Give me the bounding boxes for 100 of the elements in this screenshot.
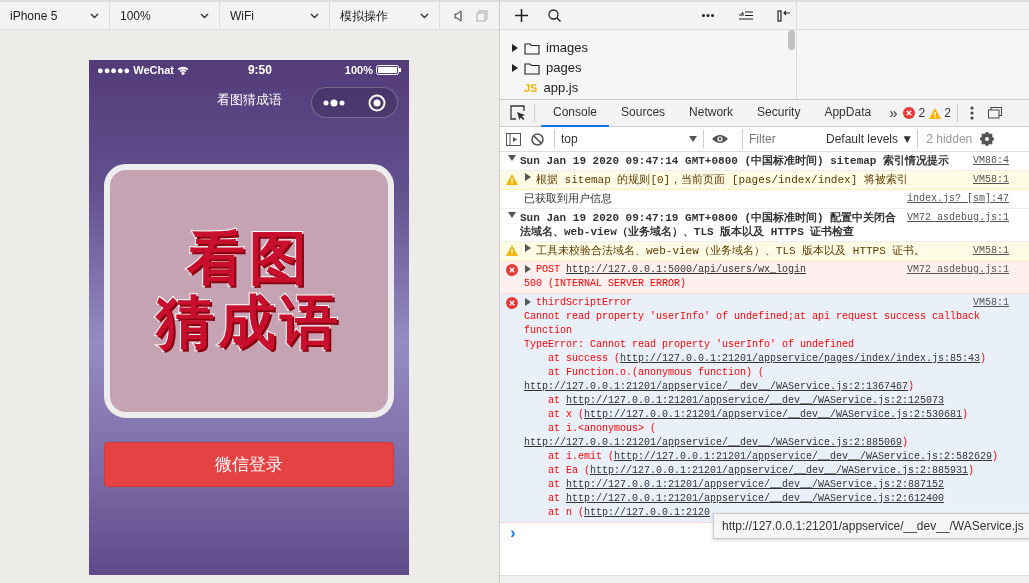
- source-link[interactable]: VM58:1: [973, 173, 1009, 187]
- battery-text: 100%: [344, 62, 373, 78]
- battery-icon: [376, 65, 401, 75]
- caret-icon[interactable]: [524, 244, 532, 252]
- error-status: 500 (INTERNAL SERVER ERROR): [524, 277, 687, 291]
- clear-icon[interactable]: [531, 132, 544, 146]
- console-prompt[interactable]: ›: [500, 525, 520, 543]
- chevron-icon: [310, 12, 319, 19]
- context-dropdown[interactable]: top: [554, 130, 704, 148]
- stack-text: at i.<anonymous> (: [548, 423, 657, 434]
- kebab-menu-icon[interactable]: [969, 106, 974, 120]
- speaker-icon[interactable]: [454, 9, 462, 22]
- error-icon: [506, 297, 518, 309]
- file-tree-item[interactable]: JS app.js: [500, 78, 796, 98]
- chevron-icon: [90, 12, 99, 19]
- stack-link[interactable]: http://127.0.0.1:21201/appservice/pages/index/index.js:85:43: [620, 352, 981, 366]
- source-link[interactable]: VM58:1: [973, 244, 1009, 258]
- stack-text: ): [908, 381, 915, 392]
- chevron-icon: [200, 12, 209, 19]
- stack-link[interactable]: http://127.0.0.1:2120: [584, 506, 711, 520]
- stack-link[interactable]: http://127.0.0.1:21201/appservice/__dev__/WAService.js:2:885931: [590, 464, 969, 478]
- warning-message: 根据 sitemap 的规则[0]，当前页面 [pages/index/index] 将被索引: [536, 173, 908, 187]
- caret-icon[interactable]: [524, 298, 532, 307]
- zoom-dropdown[interactable]: 100%: [110, 1, 220, 30]
- folder-icon: [524, 41, 540, 55]
- clock-text: 9:50: [247, 62, 272, 79]
- stack-text: ): [968, 465, 975, 476]
- source-link[interactable]: index.js? [sm]:47: [906, 192, 1009, 206]
- file-tree-item[interactable]: images: [500, 38, 796, 58]
- source-link[interactable]: VM72 asdebug.js:1: [906, 211, 1009, 239]
- js-file-icon: JS: [524, 79, 538, 97]
- devtools-tab[interactable]: AppData: [812, 99, 884, 127]
- warning-icon: [506, 174, 518, 185]
- levels-dropdown[interactable]: Default levels ▼: [822, 130, 919, 148]
- more-icon[interactable]: [702, 14, 714, 17]
- stack-text: ): [980, 353, 987, 364]
- group-header: Sun Jan 19 2020 09:47:14 GMT+0800 (中国标准时间) sitemap 索引情况提示: [520, 154, 950, 168]
- error-title: thirdScriptError: [536, 297, 632, 308]
- stack-text: at i.emit (: [548, 451, 614, 462]
- eye-icon[interactable]: [712, 134, 728, 144]
- network-dropdown[interactable]: WiFi: [220, 1, 330, 30]
- stack-link[interactable]: http://127.0.0.1:21201/appservice/__dev__/WAService.js:2:887152: [566, 478, 945, 492]
- stack-link[interactable]: http://127.0.0.1:21201/appservice/__dev__/WAService.js:2:530681: [584, 408, 963, 422]
- stack-text: at x (: [548, 409, 584, 420]
- stack-text: ): [992, 451, 999, 462]
- scrollbar-thumb[interactable]: [788, 30, 795, 50]
- log-message: 已获取到用户信息: [524, 192, 613, 206]
- error-message: TypeError: Cannot read property 'userInfo' of undefined: [524, 338, 856, 352]
- caret-icon[interactable]: [524, 265, 532, 274]
- file-tree-item[interactable]: pages: [500, 58, 796, 78]
- stack-text: at Function.o.(anonymous function) (: [548, 367, 765, 378]
- device-dropdown[interactable]: iPhone 5: [0, 1, 110, 30]
- stack-link[interactable]: http://127.0.0.1:21201/appservice/__dev__/WAService.js:2:1367467: [524, 380, 909, 394]
- settings-icon[interactable]: [980, 132, 995, 146]
- carrier-text: ●●●●● WeChat: [97, 62, 175, 78]
- dock-icon[interactable]: [987, 107, 1002, 119]
- request-method: POST: [536, 264, 561, 275]
- source-link[interactable]: VM72 asdebug.js:1: [906, 263, 1009, 291]
- stack-text: at n (: [548, 507, 584, 518]
- more-tabs-button[interactable]: »: [889, 101, 898, 125]
- stack-link[interactable]: http://127.0.0.1:21201/appservice/__dev__/WAService.js:2:612400: [566, 492, 945, 506]
- stack-text: at: [548, 493, 561, 504]
- panel-toggle-icon[interactable]: [777, 9, 791, 22]
- source-link[interactable]: VM58:1: [973, 296, 1009, 310]
- stack-text: ): [962, 409, 969, 420]
- caret-icon[interactable]: [508, 211, 516, 219]
- caret-icon[interactable]: [524, 173, 532, 181]
- search-icon[interactable]: [548, 9, 561, 22]
- error-icon: [903, 107, 916, 119]
- more-icon[interactable]: [323, 98, 346, 107]
- request-url[interactable]: http://127.0.0.1:5000/api/users/wx_login: [566, 263, 807, 277]
- stack-text: at Ea (: [548, 465, 590, 476]
- devtools-tab[interactable]: Network: [677, 99, 746, 127]
- error-icon: [506, 264, 518, 276]
- operation-dropdown[interactable]: 模拟操作: [330, 1, 440, 30]
- stack-link[interactable]: http://127.0.0.1:21201/appservice/__dev__/WAService.js:2:885069: [524, 436, 903, 450]
- devtools-tab[interactable]: Sources: [609, 99, 678, 127]
- stack-text: at: [548, 395, 561, 406]
- devtools-tab[interactable]: Security: [745, 99, 813, 127]
- add-icon[interactable]: [515, 9, 528, 22]
- inspect-icon[interactable]: [510, 105, 526, 121]
- devtools-tab[interactable]: Console: [541, 99, 610, 127]
- sidebar-icon[interactable]: [506, 132, 521, 146]
- hidden-count: 2 hidden: [926, 131, 973, 148]
- login-button[interactable]: 微信登录: [104, 442, 394, 487]
- error-count: 2: [918, 105, 926, 122]
- folder-icon: [524, 61, 540, 75]
- warning-icon: [929, 107, 942, 119]
- stack-text: at success (: [548, 353, 620, 364]
- stack-text: ): [902, 437, 909, 448]
- collapse-icon[interactable]: [739, 11, 753, 20]
- error-message: Cannot read property 'userInfo' of undefined;at api request success callback function: [524, 310, 982, 338]
- stack-link[interactable]: http://127.0.0.1:21201/appservice/__dev__/WAService.js:2:582629: [614, 450, 993, 464]
- logo-text: 看图: [187, 227, 311, 291]
- caret-icon: [689, 136, 697, 142]
- source-link[interactable]: VM86:4: [973, 154, 1009, 168]
- stack-link[interactable]: http://127.0.0.1:21201/appservice/__dev__/WAService.js:2:125073: [566, 394, 945, 408]
- warning-message: 工具未校验合法域名、web-view（业务域名）、TLS 版本以及 HTTPS 证书。: [536, 244, 926, 258]
- stack-text: at: [548, 479, 561, 490]
- caret-icon[interactable]: [508, 154, 516, 162]
